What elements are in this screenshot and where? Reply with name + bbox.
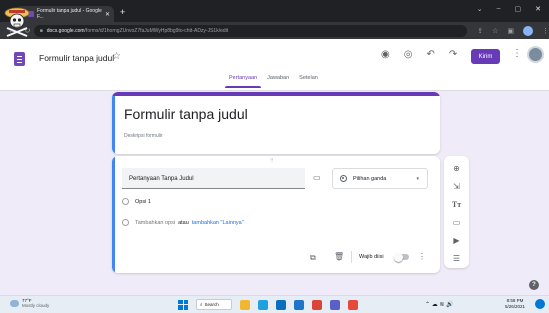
tab-close-icon[interactable]: ✕ xyxy=(105,11,110,18)
search-label: Search xyxy=(204,302,219,307)
google-forms-logo-icon[interactable] xyxy=(14,52,25,66)
search-icon: ⌕ xyxy=(200,302,203,307)
form-title-card: Formulir tanpa judul Deskripsi formulir xyxy=(112,92,440,154)
start-icon[interactable] xyxy=(178,299,188,310)
avatar[interactable] xyxy=(527,46,544,63)
address-bar-row: ← ↻ ■ docs.google.com/forms/d/1horngZUnv… xyxy=(0,22,549,39)
browser-tab[interactable]: Formulir tanpa judul - Google F... ✕ xyxy=(16,6,114,22)
more-options-icon[interactable]: ⋮ xyxy=(512,48,522,59)
dropdown-caret-icon: ▾ xyxy=(416,175,419,182)
notifications-icon[interactable] xyxy=(535,299,545,309)
add-option-link[interactable]: Tambahkan opsi xyxy=(135,220,175,226)
tab-responses[interactable]: Jawaban xyxy=(267,75,289,81)
file-explorer-icon[interactable] xyxy=(240,299,250,310)
forms-tabs: Pertanyaan Jawaban Setelan xyxy=(224,75,318,88)
required-toggle[interactable] xyxy=(394,252,409,262)
title-card-accent xyxy=(112,92,440,96)
browser-titlebar: Formulir tanpa judul - Google F... ✕ + ⌄… xyxy=(0,0,549,22)
store-icon[interactable] xyxy=(276,299,286,310)
weather-condition: Mostly cloudy xyxy=(22,303,50,308)
title-card-focus-bar xyxy=(112,96,115,154)
url-path: /forms/d/1horngZUnvoZ7faJuMWyHp8bg9to-ch… xyxy=(84,27,229,34)
extensions-icon[interactable]: ▣ xyxy=(507,27,514,35)
drag-handle-icon[interactable]: ⠿ xyxy=(270,158,275,164)
url-host: docs.google.com xyxy=(46,27,85,34)
system-tray[interactable]: ⌃ ☁ ≋ 🔊 xyxy=(425,301,454,308)
weather-widget[interactable]: 77°F Mostly cloudy xyxy=(10,298,49,308)
add-question-icon[interactable]: ⊕ xyxy=(453,162,460,175)
tab-title: Formulir tanpa judul - Google F... xyxy=(37,8,102,20)
or-text: atau xyxy=(178,219,189,226)
add-option-row: Tambahkan opsi atau tambahkan "Lainnya" xyxy=(122,219,244,226)
footer-divider xyxy=(351,251,352,263)
teams-icon[interactable] xyxy=(330,299,340,310)
radio-circle-icon xyxy=(122,219,129,226)
taskbar-search[interactable]: ⌕ Search xyxy=(196,299,232,310)
add-section-icon[interactable]: ☰ xyxy=(453,252,460,265)
add-other-link[interactable]: tambahkan "Lainnya" xyxy=(192,220,244,226)
add-image-icon[interactable]: ▭ xyxy=(453,216,461,229)
url-field[interactable]: ■ docs.google.com/forms/d/1horngZUnvoZ7f… xyxy=(33,24,468,37)
question-type-select[interactable]: Pilihan ganda ▾ xyxy=(332,168,428,189)
required-label: Wajib diisi xyxy=(359,254,384,260)
preview-icon[interactable]: ◎ xyxy=(404,49,413,60)
redo-icon[interactable]: ↷ xyxy=(449,49,457,60)
option-row[interactable]: Opsi 1 xyxy=(122,198,151,205)
question-focus-bar xyxy=(112,156,115,273)
form-title[interactable]: Formulir tanpa judul xyxy=(124,106,248,122)
forms-header: Formulir tanpa judul ☆ ◉ ◎ ↶ ↷ Kirim ⋮ P… xyxy=(0,39,549,91)
question-card: ⠿ Pertanyaan Tanpa Judul ▭ Pilihan ganda… xyxy=(112,156,440,273)
taskbar-apps: ⌕ Search xyxy=(178,299,358,310)
add-title-icon[interactable]: Tт xyxy=(452,198,461,211)
tab-settings[interactable]: Setelan xyxy=(299,75,318,81)
lock-icon: ■ xyxy=(39,27,43,34)
minimize-button[interactable]: – xyxy=(497,5,501,13)
clock[interactable]: 8:58 PM 5/26/2021 xyxy=(505,298,525,310)
send-button[interactable]: Kirim xyxy=(471,49,500,64)
weather-icon xyxy=(10,299,19,307)
radio-circle-icon xyxy=(122,198,129,205)
document-title[interactable]: Formulir tanpa judul xyxy=(39,53,114,63)
chrome-icon[interactable] xyxy=(312,299,322,310)
taskbar: 77°F Mostly cloudy ⌕ Search ⌃ ☁ ≋ 🔊 8:58… xyxy=(0,295,549,313)
profile-icon[interactable] xyxy=(523,25,533,36)
tab-search-icon[interactable]: ⌄ xyxy=(477,5,483,13)
undo-icon[interactable]: ↶ xyxy=(426,49,434,60)
palette-icon[interactable]: ◉ xyxy=(381,49,390,60)
question-toolbar: ⊕ ⇲ Tт ▭ ▶ ☰ xyxy=(444,156,469,268)
question-type-label: Pilihan ganda xyxy=(353,175,387,182)
tab-questions[interactable]: Pertanyaan xyxy=(224,75,262,88)
form-description[interactable]: Deskripsi formulir xyxy=(124,133,163,139)
radio-button-icon xyxy=(340,175,347,182)
mail-icon[interactable] xyxy=(294,299,304,310)
straw-hat-jolly-roger-icon xyxy=(4,7,30,37)
question-title-input[interactable]: Pertanyaan Tanpa Judul xyxy=(122,168,305,189)
browser-actions: ⇪ ☆ ▣ ⋮ xyxy=(477,25,549,36)
trash-icon[interactable]: 🗑 xyxy=(334,252,344,261)
add-video-icon[interactable]: ▶ xyxy=(453,234,459,247)
window-controls: ⌄ – ▢ ✕ xyxy=(477,5,541,13)
import-questions-icon[interactable]: ⇲ xyxy=(453,180,460,193)
new-tab-button[interactable]: + xyxy=(120,7,125,17)
edge-icon[interactable] xyxy=(258,299,268,310)
clock-date: 5/26/2021 xyxy=(505,304,526,309)
close-window-button[interactable]: ✕ xyxy=(535,5,541,13)
add-image-icon[interactable]: ▭ xyxy=(313,173,321,182)
bookmark-star-icon[interactable]: ☆ xyxy=(492,27,498,35)
option-label[interactable]: Opsi 1 xyxy=(135,199,151,205)
help-icon[interactable]: ? xyxy=(529,280,539,290)
browser-menu-icon[interactable]: ⋮ xyxy=(542,27,549,35)
maximize-button[interactable]: ▢ xyxy=(515,5,522,13)
question-more-icon[interactable]: ⋮ xyxy=(418,252,426,261)
share-icon[interactable]: ⇪ xyxy=(477,27,483,35)
header-actions: ◉ ◎ ↶ ↷ xyxy=(381,49,457,60)
star-icon[interactable]: ☆ xyxy=(112,51,121,62)
duplicate-icon[interactable]: ⧉ xyxy=(310,253,316,263)
app-red-icon[interactable] xyxy=(348,299,358,310)
